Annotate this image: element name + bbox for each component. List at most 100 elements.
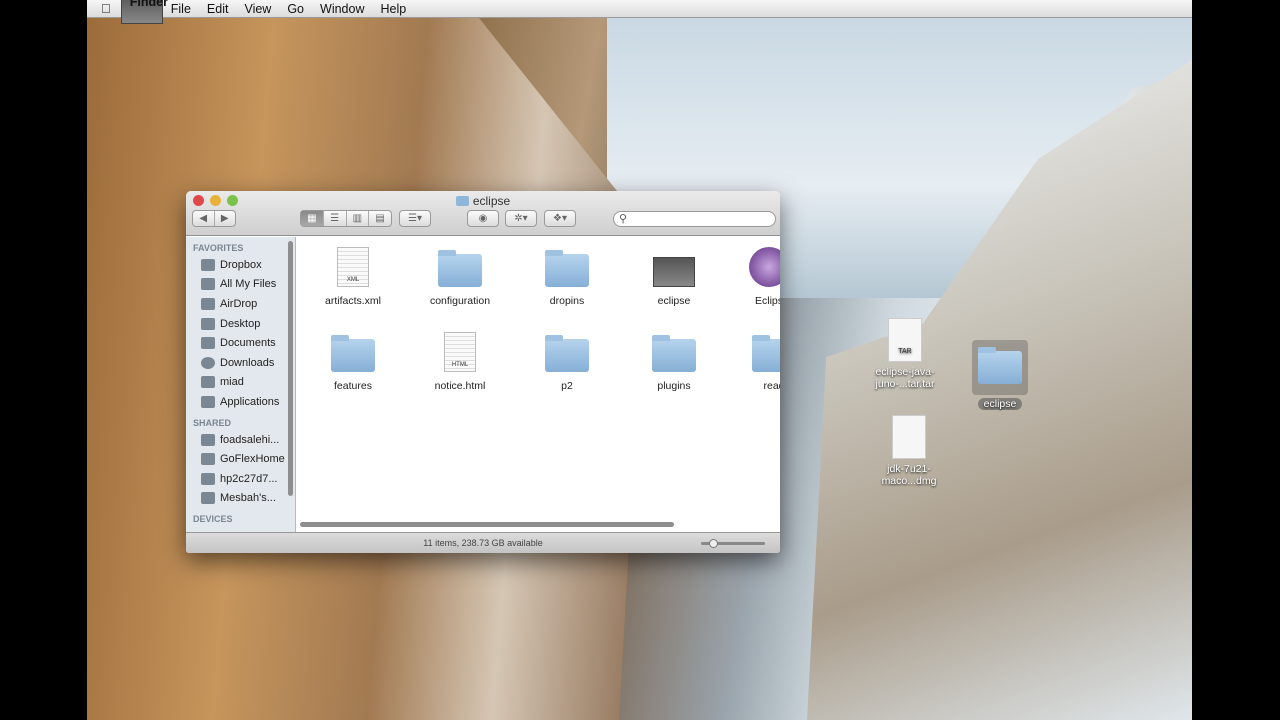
airdrop-icon [201,297,215,310]
gear-icon: ✲▾ [514,213,528,224]
file-label: dropins [549,295,585,307]
sidebar-item-label: AirDrop [220,297,258,310]
file-label: p2 [561,380,573,392]
file-grid: XML artifacts.xml configuration dropins e… [297,237,780,532]
sidebar-item-shared[interactable]: Mesbah's... [186,489,295,509]
folder-icon [545,335,589,372]
sidebar-item-shared[interactable]: GoFlexHome [186,449,295,469]
dropbox-button[interactable]: ❖▾ [544,210,576,227]
sidebar-item-label: hp2c27d7... [220,472,278,485]
sidebar-item-label: Applications [220,395,280,408]
icon-size-slider[interactable] [701,539,765,548]
action-button[interactable]: ✲▾ [505,210,537,227]
folder-icon [752,335,780,372]
folder-item[interactable]: dropins [517,245,617,307]
search-input[interactable]: ⚲ [613,211,776,227]
computer-icon [201,472,215,485]
file-label: read [763,380,780,392]
menu-go[interactable]: Go [279,2,312,16]
applications-icon [201,395,215,408]
executable-icon [653,257,695,287]
sidebar-item-documents[interactable]: Documents [186,333,295,353]
back-button[interactable]: ◀ [193,211,215,226]
folder-icon [455,196,469,206]
sidebar-item-label: Desktop [220,317,261,330]
sidebar-item-desktop[interactable]: Desktop [186,314,295,334]
menu-window[interactable]: Window [312,2,372,16]
file-label: Eclips [754,295,780,307]
desktop-item-eclipse-folder[interactable]: eclipse [960,340,1040,410]
folder-item[interactable]: configuration [410,245,510,307]
status-text: 11 items, 238.73 GB available [423,538,543,548]
computer-icon [201,433,215,446]
sidebar-item-downloads[interactable]: Downloads [186,353,295,373]
apple-icon[interactable]:  [87,1,121,16]
html-file-icon: HTML [444,332,476,372]
sidebar-item-label: miad [220,376,244,389]
sidebar-item-dropbox[interactable]: Dropbox [186,255,295,275]
desktop-item-dmg[interactable]: jdk-7u21-maco...dmg [869,415,949,487]
sidebar-item-label: Documents [220,337,276,350]
folder-item[interactable]: read [724,330,780,392]
sidebar-item-label: Mesbah's... [220,492,276,505]
arrange-button[interactable]: ☰▾ [399,210,431,227]
file-item[interactable]: Eclips [719,245,780,307]
horizontal-scrollbar[interactable] [300,522,674,527]
xml-file-icon: XML [337,247,369,287]
file-label: configuration [429,295,491,307]
sidebar-item-all-my-files[interactable]: All My Files [186,275,295,295]
file-label: artifacts.xml [324,295,381,307]
file-label: notice.html [434,380,486,392]
folder-item[interactable]: features [303,330,403,392]
sidebar: FAVORITES Dropbox All My Files AirDrop D… [186,237,296,532]
desktop-item-tar[interactable]: TAR eclipse-java-juno-...tar.tar [865,318,945,390]
menu-edit[interactable]: Edit [199,2,237,16]
dmg-file-icon [892,415,926,459]
menu-view[interactable]: View [236,2,279,16]
desktop-item-label: eclipse [977,398,1023,410]
quicklook-button[interactable]: ◉ [467,210,499,227]
coverflow-view-button[interactable]: ▤ [369,211,391,226]
view-buttons: ▦ ☰ ▥ ▤ [300,210,392,227]
finder-window: eclipse ◀ ▶ ▦ ☰ ▥ ▤ ☰▾ ◉ ✲▾ ❖▾ ⚲ FAVORITES D… [186,191,780,553]
search-icon: ⚲ [619,213,628,225]
folder-icon [438,250,482,287]
folder-item[interactable]: plugins [624,330,724,392]
menu-file[interactable]: File [163,2,199,16]
list-view-button[interactable]: ☰ [324,211,347,226]
file-item[interactable]: eclipse [624,245,724,307]
menu-help[interactable]: Help [372,2,414,16]
sidebar-item-shared[interactable]: foadsalehi... [186,430,295,450]
sidebar-item-shared[interactable]: hp2c27d7... [186,469,295,489]
sidebar-item-label: All My Files [220,278,277,291]
sidebar-item-airdrop[interactable]: AirDrop [186,294,295,314]
forward-button[interactable]: ▶ [215,211,236,226]
status-bar: 11 items, 238.73 GB available [186,532,780,553]
sidebar-item-label: Dropbox [220,258,262,271]
sidebar-item-home[interactable]: miad [186,373,295,393]
sidebar-item-label: Downloads [220,356,275,369]
file-label: features [334,380,372,392]
file-label: plugins [657,380,691,392]
sidebar-heading-devices: DEVICES [193,514,233,525]
folder-icon [978,347,1022,384]
column-view-button[interactable]: ▥ [347,211,370,226]
desktop-icon [201,317,215,330]
sidebar-heading-shared: SHARED [193,417,232,428]
desktop-item-label: eclipse-java-juno-...tar.tar [875,366,935,390]
folder-item[interactable]: p2 [517,330,617,392]
menu-finder[interactable]: Finder [120,0,168,24]
home-icon [201,376,215,389]
sidebar-scrollbar[interactable] [288,241,293,496]
tar-file-icon: TAR [888,318,922,362]
desktop-item-label: jdk-7u21-maco...dmg [881,463,937,487]
title-bar[interactable]: eclipse ◀ ▶ ▦ ☰ ▥ ▤ ☰▾ ◉ ✲▾ ❖▾ ⚲ [186,191,780,236]
icon-view-button[interactable]: ▦ [301,211,324,226]
nav-buttons: ◀ ▶ [192,210,236,227]
menu-bar:  Finder File Edit View Go Window Help [87,0,1192,24]
file-item[interactable]: XML artifacts.xml [303,245,403,307]
sidebar-item-applications[interactable]: Applications [186,392,295,412]
desktop:  Finder File Edit View Go Window Help e… [87,0,1192,720]
dropbox-icon [201,258,215,271]
file-item[interactable]: HTML notice.html [410,330,510,392]
